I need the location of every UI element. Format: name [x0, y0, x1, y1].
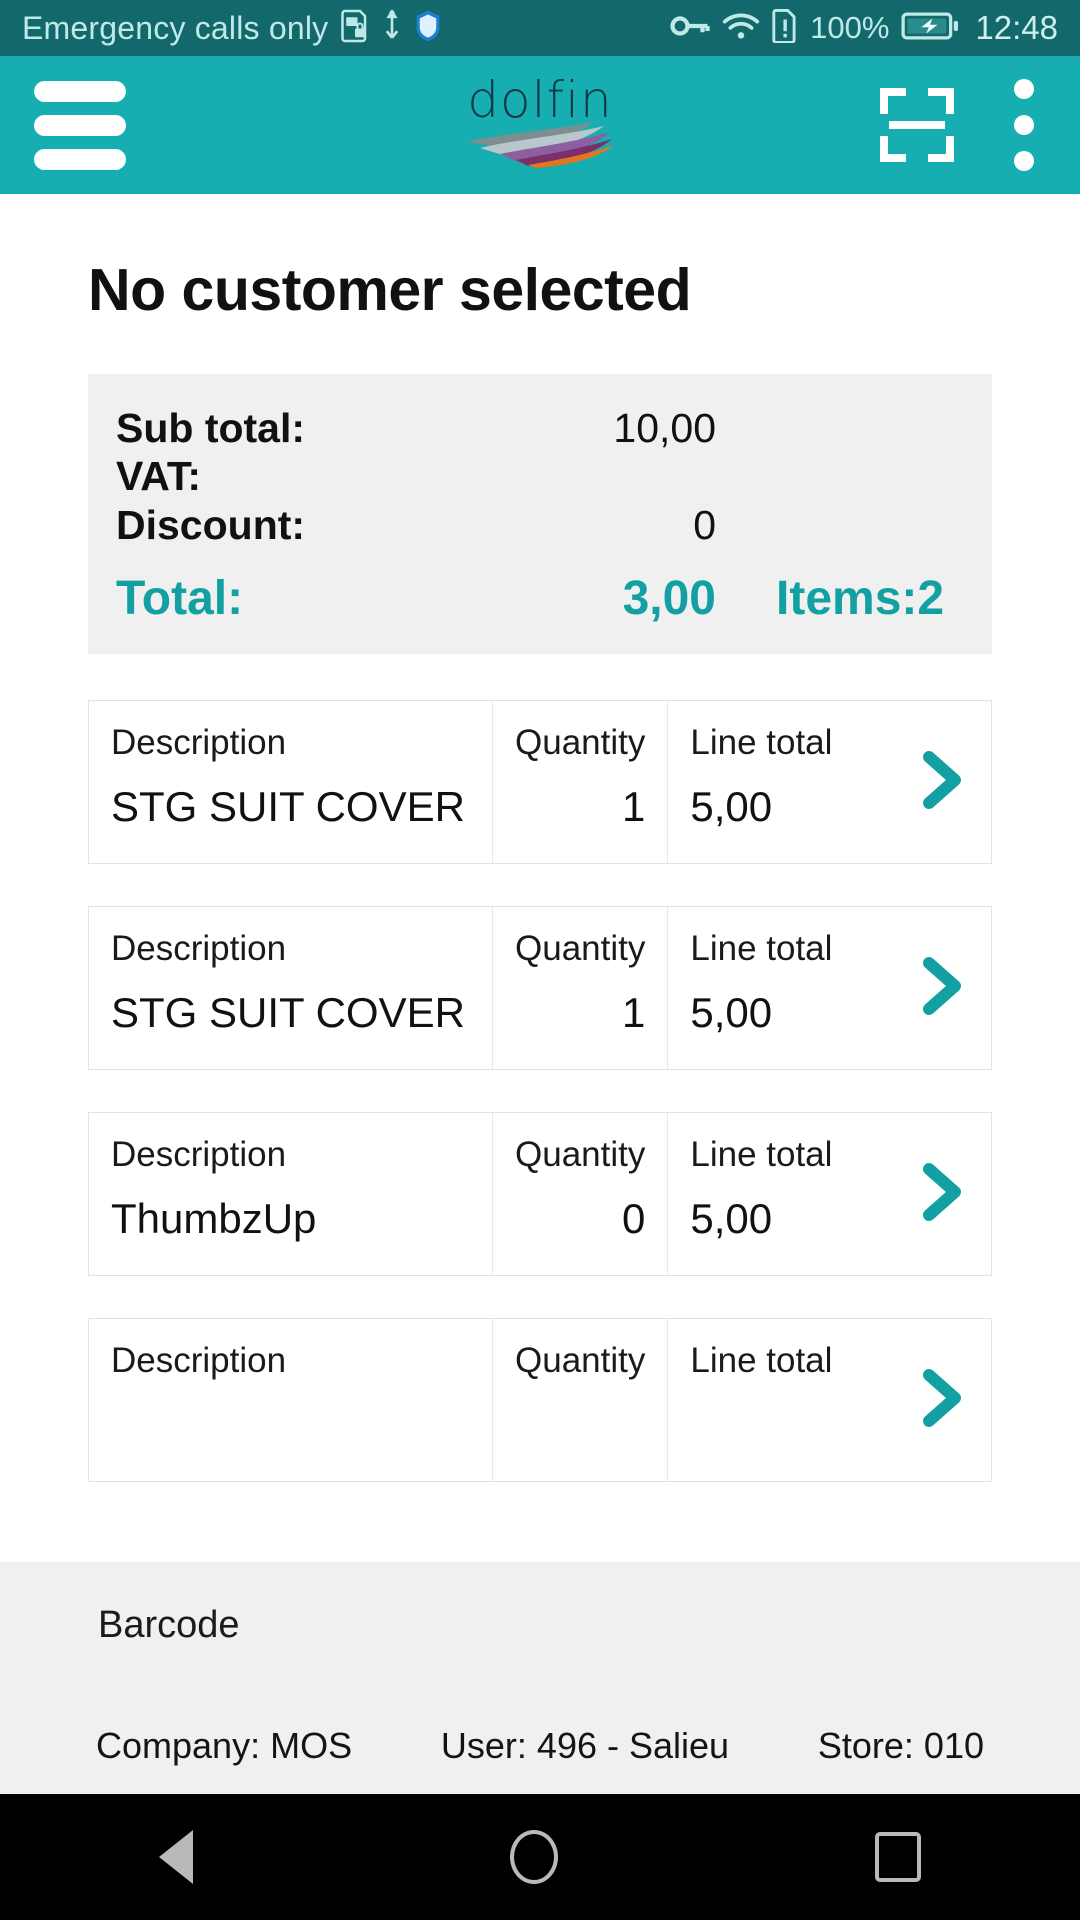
line-description-cell: Description [89, 1318, 493, 1481]
column-header-line-total: Line total [690, 722, 833, 762]
chevron-right-icon[interactable] [895, 1319, 991, 1481]
items-count: Items:2 [776, 572, 945, 626]
recents-icon[interactable] [875, 1832, 922, 1882]
line-total-value: 5,00 [690, 1194, 773, 1242]
back-icon[interactable] [158, 1830, 193, 1884]
status-bar-right: 100% 12:48 [670, 8, 1058, 48]
shield-icon [414, 9, 442, 48]
subtotal-label: Sub total: [116, 405, 306, 451]
line-total-cell: Line total 5,00 [668, 1113, 991, 1275]
more-vertical-icon[interactable] [1014, 79, 1034, 171]
line-quantity-cell: Quantity 1 [493, 906, 669, 1069]
sim-lock-icon [340, 9, 370, 48]
status-bar-left: Emergency calls only [22, 8, 670, 48]
column-header-line-total: Line total [690, 928, 833, 968]
status-footer: Company: MOS User: 496 - Salieu Store: 0… [0, 1698, 1080, 1794]
line-description-value: STG SUIT COVER [111, 988, 465, 1036]
line-total-cell: Line total [668, 1319, 991, 1481]
vat-label: VAT: [116, 453, 202, 500]
total-value: 3,00 [622, 572, 716, 626]
line-description-cell: Description ThumbzUp [89, 1112, 493, 1275]
line-description-value: STG SUIT COVER [111, 782, 465, 830]
total-label: Total: [116, 572, 244, 626]
barcode-label: Barcode [98, 1604, 240, 1646]
line-total-value: 5,00 [690, 782, 773, 830]
app-bar-actions [880, 79, 1046, 171]
line-quantity-value: 1 [622, 988, 646, 1036]
column-header-description: Description [111, 1134, 287, 1174]
line-total-cell: Line total 5,00 [668, 907, 991, 1069]
footer-company: Company: MOS [96, 1725, 353, 1766]
line-quantity-cell: Quantity 0 [493, 1112, 669, 1275]
column-header-quantity: Quantity [515, 1134, 646, 1174]
column-header-description: Description [111, 928, 287, 968]
clock-time: 12:48 [975, 9, 1058, 46]
line-quantity-cell: Quantity [493, 1318, 669, 1481]
table-row[interactable]: Description STG SUIT COVER Quantity 1 Li… [88, 699, 992, 864]
discount-label: Discount: [116, 501, 306, 548]
line-quantity-cell: Quantity 1 [493, 700, 669, 863]
line-total-value: 5,00 [690, 988, 773, 1036]
chevron-right-icon[interactable] [895, 1113, 991, 1275]
footer-user: User: 496 - Salieu [440, 1725, 730, 1766]
home-icon[interactable] [509, 1830, 558, 1884]
battery-percent: 100% [810, 10, 890, 45]
table-row[interactable]: Description STG SUIT COVER Quantity 1 Li… [88, 905, 992, 1070]
android-nav-bar [0, 1794, 1080, 1920]
footer-store: Store: 010 [817, 1725, 984, 1766]
status-bar: Emergency calls only 100% 12:48 [0, 0, 1080, 56]
table-row[interactable]: Description Quantity Line total [88, 1317, 992, 1482]
column-header-line-total: Line total [690, 1340, 833, 1380]
vat-row: VAT: [116, 452, 964, 500]
column-header-description: Description [111, 1340, 287, 1380]
chevron-right-icon[interactable] [895, 907, 991, 1069]
hamburger-menu-icon[interactable] [34, 80, 126, 170]
line-description-value: ThumbzUp [111, 1194, 317, 1242]
table-row[interactable]: Description ThumbzUp Quantity 0 Line tot… [88, 1111, 992, 1276]
wifi-icon [722, 11, 760, 46]
barcode-scan-icon[interactable] [880, 88, 954, 162]
battery-charging-icon [901, 11, 959, 46]
column-header-quantity: Quantity [515, 722, 646, 762]
column-header-quantity: Quantity [515, 1340, 646, 1380]
total-row: Total: 3,00 Items:2 [116, 571, 964, 628]
chevron-right-icon[interactable] [895, 701, 991, 863]
logo-text: dolfin [467, 70, 613, 129]
totals-panel: Sub total: 10,00 VAT: Discount: 0 Total:… [88, 374, 992, 654]
subtotal-value: 10,00 [613, 405, 716, 451]
logo-swoosh-icon [464, 120, 616, 173]
carrier-text: Emergency calls only [22, 9, 329, 46]
line-items-list: Description STG SUIT COVER Quantity 1 Li… [88, 699, 992, 1482]
sim-alert-icon [772, 8, 798, 48]
column-header-quantity: Quantity [515, 928, 646, 968]
line-total-cell: Line total 5,00 [668, 701, 991, 863]
discount-row: Discount: 0 [116, 501, 964, 549]
discount-value: 0 [693, 501, 716, 548]
subtotal-row: Sub total: 10,00 [116, 404, 964, 452]
column-header-line-total: Line total [690, 1134, 833, 1174]
page-title: No customer selected [88, 257, 692, 323]
line-description-cell: Description STG SUIT COVER [89, 906, 493, 1069]
vpn-key-icon [670, 13, 710, 44]
column-header-description: Description [111, 722, 287, 762]
app-bar: dolfin [0, 56, 1080, 194]
line-quantity-value: 0 [622, 1194, 646, 1242]
line-quantity-value: 1 [622, 782, 646, 830]
usb-icon [382, 8, 402, 48]
line-description-cell: Description STG SUIT COVER [89, 700, 493, 863]
